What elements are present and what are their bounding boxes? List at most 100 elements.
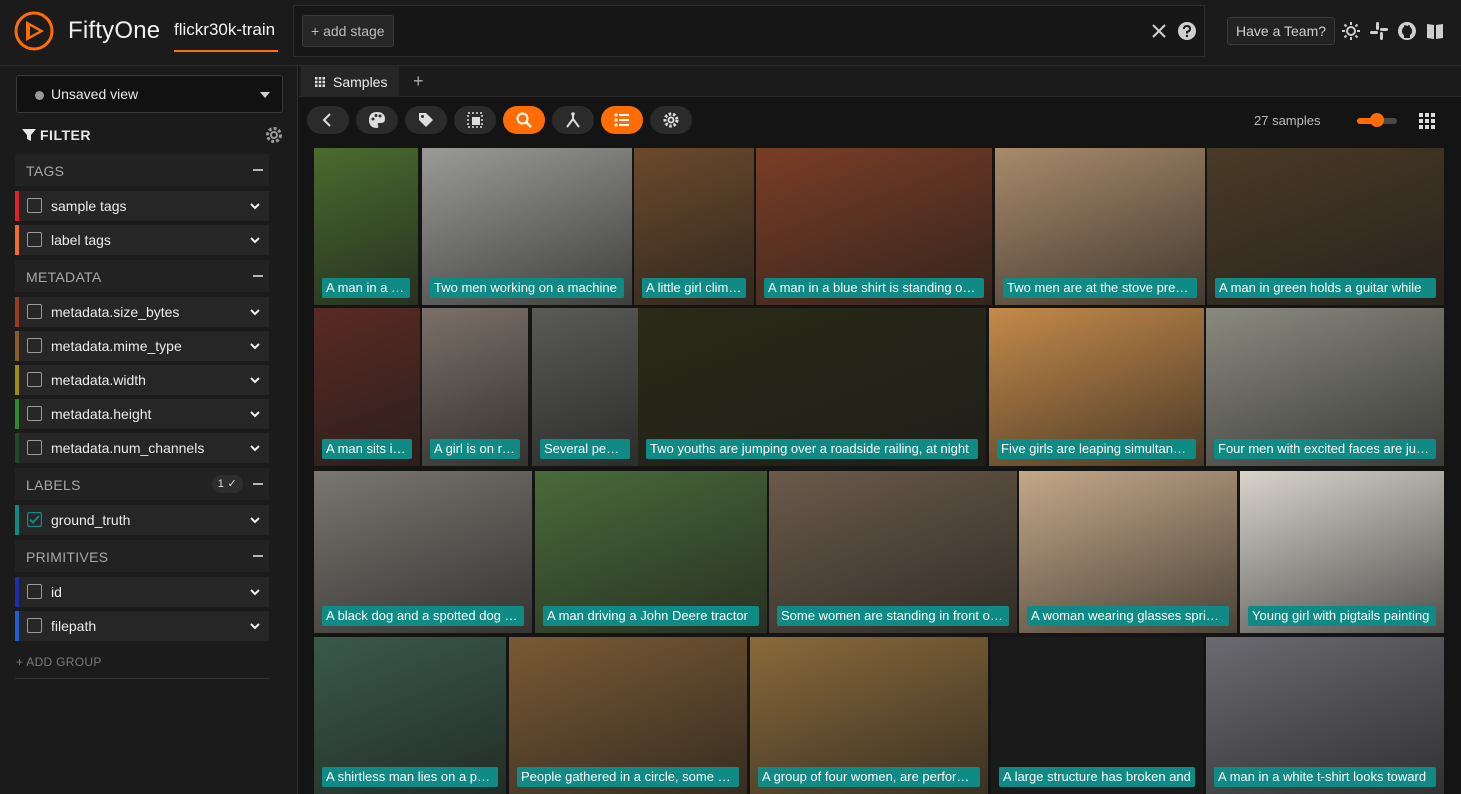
close-icon[interactable] [1149, 21, 1169, 41]
sidebar-item-filepath[interactable]: filepath [15, 611, 269, 641]
sample-tile[interactable]: A man in green holds a guitar while [1207, 148, 1444, 305]
patches-button[interactable] [454, 106, 496, 134]
similarity-button[interactable] [552, 106, 594, 134]
sample-tile[interactable]: A man in a white t-shirt looks toward [1206, 637, 1444, 794]
checkbox[interactable] [27, 198, 42, 213]
sample-tile[interactable]: People gathered in a circle, some holdin… [509, 637, 747, 794]
tag-button[interactable] [405, 106, 447, 134]
gear-icon[interactable] [264, 125, 284, 145]
book-icon[interactable] [1425, 21, 1445, 41]
brand-name[interactable]: FiftyOne [68, 17, 160, 45]
color-scheme-button[interactable] [356, 106, 398, 134]
checkbox[interactable] [27, 372, 42, 387]
sample-tile[interactable]: Some women are standing in front of a bu… [769, 471, 1017, 633]
checkbox[interactable] [27, 338, 42, 353]
sample-tile[interactable]: Two men are at the stove preparing food [995, 148, 1205, 305]
add-stage-button[interactable]: + add stage [302, 15, 394, 47]
sample-tile[interactable]: A man in a blue shirt and... [314, 148, 418, 305]
sample-tile[interactable]: A man in a blue shirt is standing on a l… [756, 148, 992, 305]
sidebar-item-size-bytes[interactable]: metadata.size_bytes [15, 297, 269, 327]
team-button[interactable]: Have a Team? [1227, 17, 1336, 45]
primitives-group-label: PRIMITIVES [26, 549, 109, 565]
collapse-icon[interactable] [253, 169, 263, 171]
github-icon[interactable] [1397, 21, 1417, 41]
checkbox[interactable] [27, 618, 42, 633]
sidebar-item-label-tags[interactable]: label tags [15, 225, 269, 255]
sample-caption: A man in a white t-shirt looks toward [1214, 767, 1436, 787]
sample-tile[interactable]: Two youths are jumping over a roadside r… [638, 308, 986, 466]
sample-tile[interactable]: Several people [532, 308, 638, 466]
back-button[interactable] [307, 106, 349, 134]
grid-view-icon[interactable] [1419, 113, 1435, 129]
sample-tile[interactable]: A little girl climbing [634, 148, 754, 305]
sample-caption: A black dog and a spotted dog are fighti… [322, 606, 524, 626]
collapse-icon[interactable] [253, 555, 263, 557]
sample-tile[interactable]: A large structure has broken and [991, 637, 1203, 794]
sidebar-item-num-channels[interactable]: metadata.num_channels [15, 433, 269, 463]
sidebar-item-label: ground_truth [51, 512, 131, 528]
sidebar-item-mime-type[interactable]: metadata.mime_type [15, 331, 269, 361]
chevron-down-icon[interactable] [249, 586, 261, 598]
view-selector[interactable]: Unsaved view [16, 75, 283, 113]
chevron-down-icon[interactable] [249, 340, 261, 352]
collapse-icon[interactable] [253, 483, 263, 485]
sample-tile[interactable]: A black dog and a spotted dog are fighti… [314, 471, 532, 633]
add-tab-button[interactable]: + [413, 71, 424, 92]
zoom-slider[interactable] [1357, 113, 1397, 127]
list-view-button[interactable] [601, 106, 643, 134]
settings-button[interactable] [650, 106, 692, 134]
sample-tile[interactable]: A woman wearing glasses sprinkles [1019, 471, 1237, 633]
tab-label: Samples [333, 74, 388, 90]
sample-tile[interactable]: A girl is on roller skates [422, 308, 528, 466]
search-button[interactable] [503, 106, 545, 134]
tags-group-header[interactable]: TAGS [15, 154, 269, 186]
sample-caption: A man driving a John Deere tractor [543, 606, 759, 626]
tags-group-label: TAGS [26, 163, 65, 179]
chevron-down-icon[interactable] [249, 442, 261, 454]
tag-icon [419, 113, 433, 127]
sidebar-item-width[interactable]: metadata.width [15, 365, 269, 395]
sidebar-item-ground-truth[interactable]: ground_truth [15, 505, 269, 535]
sidebar-item-sample-tags[interactable]: sample tags [15, 191, 269, 221]
view-bar[interactable]: + add stage [293, 5, 1205, 57]
sample-tile[interactable]: Two men working on a machine [422, 148, 632, 305]
slack-icon[interactable] [1369, 21, 1389, 41]
sample-caption: A man in green holds a guitar while [1215, 278, 1436, 298]
tab-samples[interactable]: Samples [301, 66, 399, 97]
chevron-down-icon[interactable] [249, 200, 261, 212]
chevron-down-icon[interactable] [249, 620, 261, 632]
top-bar: FiftyOne flickr30k-train + add stage Hav… [0, 0, 1461, 66]
sidebar-item-id[interactable]: id [15, 577, 269, 607]
sample-tile[interactable]: A man driving a John Deere tractor [535, 471, 767, 633]
labels-group-header[interactable]: LABELS 1 ✓ [15, 468, 269, 500]
sun-icon[interactable] [1341, 21, 1361, 41]
checkbox-checked-icon[interactable] [27, 512, 42, 527]
chevron-down-icon[interactable] [249, 408, 261, 420]
sample-tile[interactable]: Young girl with pigtails painting [1240, 471, 1444, 633]
palette-icon [369, 112, 385, 128]
help-icon[interactable] [1177, 21, 1197, 41]
checkbox[interactable] [27, 406, 42, 421]
chevron-down-icon[interactable] [249, 374, 261, 386]
checkbox[interactable] [27, 440, 42, 455]
primitives-group-header[interactable]: PRIMITIVES [15, 540, 269, 572]
sidebar-item-height[interactable]: metadata.height [15, 399, 269, 429]
sample-tile[interactable]: A shirtless man lies on a park bench [314, 637, 506, 794]
slider-handle[interactable] [1370, 113, 1384, 127]
collapse-icon[interactable] [253, 275, 263, 277]
dataset-selector[interactable]: flickr30k-train [174, 20, 278, 52]
sample-tile[interactable]: Four men with excited faces are jumping [1206, 308, 1444, 466]
metadata-group-header[interactable]: METADATA [15, 260, 269, 292]
checkbox[interactable] [27, 304, 42, 319]
sample-tile[interactable]: A man sits in a chair [314, 308, 420, 466]
sample-tile[interactable]: A group of four women, are performing [750, 637, 988, 794]
chevron-down-icon[interactable] [249, 514, 261, 526]
chevron-down-icon[interactable] [249, 234, 261, 246]
chevron-down-icon[interactable] [249, 306, 261, 318]
fiftyone-logo-icon[interactable] [14, 11, 54, 51]
checkbox[interactable] [27, 232, 42, 247]
checkbox[interactable] [27, 584, 42, 599]
add-group-button[interactable]: + ADD GROUP [16, 655, 102, 669]
select-icon [467, 112, 483, 128]
sample-tile[interactable]: Five girls are leaping simultaneously [989, 308, 1204, 466]
